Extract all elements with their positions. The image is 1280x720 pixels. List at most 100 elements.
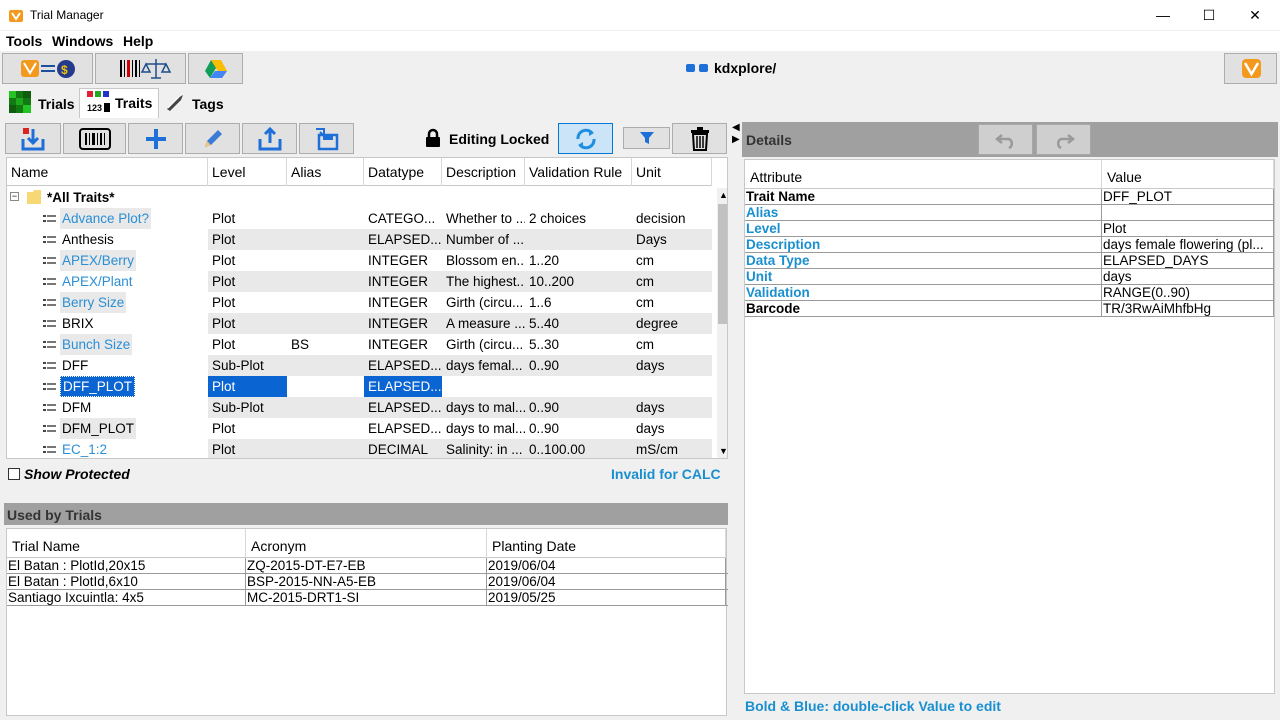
cell-alias: BS: [291, 337, 310, 352]
redo-button[interactable]: [1036, 124, 1091, 155]
export-traits-button[interactable]: [242, 123, 297, 154]
menu-help[interactable]: Help: [123, 33, 153, 49]
cell-acronym: ZQ-2015-DT-E7-EB: [246, 558, 487, 574]
column-validation-rule[interactable]: Validation Rule: [525, 158, 632, 186]
table-row[interactable]: Bunch Size Plot BS INTEGER Girth (circu... 5.…: [7, 334, 712, 355]
column-trial-name[interactable]: Trial Name: [7, 529, 246, 558]
import-icon: [21, 127, 45, 150]
close-button[interactable]: ✕: [1232, 0, 1278, 31]
table-row[interactable]: Anthesis Plot ELAPSED... Number of ... Days: [7, 229, 712, 250]
kdxplore-home-button[interactable]: [1224, 53, 1277, 84]
table-row[interactable]: Santiago Ixcuintla: 4x5 MC-2015-DRT1-SI 20…: [7, 590, 728, 606]
column-acronym[interactable]: Acronym: [246, 529, 487, 558]
tab-trials[interactable]: Trials: [6, 88, 78, 118]
cell-planting-date: 2019/05/25: [487, 590, 726, 606]
table-row[interactable]: El Batan : PlotId,6x10 BSP-2015-NN-A5-EB 2…: [7, 574, 728, 590]
save-export-button[interactable]: [299, 123, 354, 154]
table-row[interactable]: DFF Sub-Plot ELAPSED... days femal... 0..90 d…: [7, 355, 712, 376]
detail-row[interactable]: Barcode TR/3RwAiMhfbHg: [745, 301, 1274, 317]
cell-datatype: INTEGER: [368, 337, 429, 352]
kdxplore-switch-button[interactable]: $: [2, 53, 93, 84]
detail-row[interactable]: Data Type ELAPSED_DAYS: [745, 253, 1274, 269]
table-row[interactable]: APEX/Plant Plot INTEGER The highest... 10..2…: [7, 271, 712, 292]
cell-name: APEX/Berry: [7, 250, 208, 271]
splitter-right-arrow-icon[interactable]: ▶: [732, 134, 740, 145]
cell-validation-rule: 0..90: [525, 397, 632, 418]
table-row[interactable]: APEX/Berry Plot INTEGER Blossom en... 1..20 c…: [7, 250, 712, 271]
filter-funnel-icon: [639, 132, 654, 144]
table-row[interactable]: EC_1:2 Plot DECIMAL Salinity: in ... 0..100.…: [7, 439, 712, 458]
trait-name-label: Advance Plot?: [60, 208, 152, 229]
add-trait-button[interactable]: [128, 123, 183, 154]
table-row[interactable]: DFF_PLOT Plot ELAPSED...: [7, 376, 712, 397]
table-row[interactable]: El Batan : PlotId,20x15 ZQ-2015-DT-E7-EB 2…: [7, 558, 728, 574]
column-level[interactable]: Level: [208, 158, 287, 186]
column-unit[interactable]: Unit: [632, 158, 712, 186]
barcode-scale-button[interactable]: [95, 53, 186, 84]
tab-traits[interactable]: 123 Traits: [79, 88, 159, 118]
trait-name-label: DFM: [62, 400, 92, 415]
undo-button[interactable]: [978, 124, 1033, 155]
traits-table: Name Level Alias Datatype Description Va…: [6, 157, 728, 459]
kdxplore-app-icon: [9, 10, 23, 22]
table-row[interactable]: BRIX Plot INTEGER A measure ... 5..40 degree: [7, 313, 712, 334]
column-alias[interactable]: Alias: [287, 158, 364, 186]
traits-vertical-scrollbar[interactable]: ▲ ▼: [717, 188, 727, 458]
column-attribute[interactable]: Attribute: [745, 160, 1102, 189]
detail-value[interactable]: days: [1102, 269, 1274, 285]
detail-row[interactable]: Validation RANGE(0..90): [745, 285, 1274, 301]
barcode-button[interactable]: [63, 123, 126, 154]
column-name[interactable]: Name: [7, 158, 208, 186]
checkbox-box[interactable]: [8, 468, 20, 480]
cell-alias: [287, 271, 364, 292]
pencil-icon: [204, 129, 222, 147]
detail-value: DFF_PLOT: [1102, 189, 1274, 205]
editing-locked-label[interactable]: Editing Locked: [449, 131, 549, 147]
show-protected-checkbox[interactable]: Show Protected: [8, 466, 130, 482]
menu-windows[interactable]: Windows: [52, 33, 113, 49]
folder-icon: [27, 190, 41, 204]
trait-name-label: APEX/Plant: [62, 274, 133, 289]
detail-value[interactable]: ELAPSED_DAYS: [1102, 253, 1274, 269]
splitter-left-arrow-icon[interactable]: ◀: [732, 122, 740, 133]
cell-unit: days: [632, 397, 712, 418]
tree-group-all-traits[interactable]: − *All Traits*: [7, 187, 712, 208]
detail-value[interactable]: Plot: [1102, 221, 1274, 237]
detail-row[interactable]: Alias: [745, 205, 1274, 221]
delete-trait-button[interactable]: [672, 123, 727, 154]
detail-row[interactable]: Trait Name DFF_PLOT: [745, 189, 1274, 205]
table-row[interactable]: Berry Size Plot INTEGER Girth (circu... 1..6…: [7, 292, 712, 313]
trait-leaf-icon: [43, 425, 56, 432]
tab-tags[interactable]: Tags: [160, 88, 230, 118]
column-datatype[interactable]: Datatype: [364, 158, 442, 186]
detail-value[interactable]: days female flowering (pl...: [1102, 237, 1274, 253]
edit-trait-button[interactable]: [185, 123, 240, 154]
cell-trial-name: El Batan : PlotId,20x15: [7, 558, 246, 574]
tree-collapse-icon[interactable]: −: [10, 192, 19, 201]
panel-splitter[interactable]: ◀ ▶: [729, 120, 742, 720]
scroll-up-arrow-icon[interactable]: ▲: [719, 190, 727, 200]
scrollbar-thumb[interactable]: [718, 204, 727, 324]
table-row[interactable]: DFM_PLOT Plot ELAPSED... days to mal... 0..9…: [7, 418, 712, 439]
table-row[interactable]: Advance Plot? Plot CATEGO... Whether to ...…: [7, 208, 712, 229]
detail-row[interactable]: Description days female flowering (pl...: [745, 237, 1274, 253]
cell-unit: [632, 376, 712, 397]
detail-value[interactable]: RANGE(0..90): [1102, 285, 1274, 301]
column-planting-date[interactable]: Planting Date: [487, 529, 726, 558]
detail-row[interactable]: Unit days: [745, 269, 1274, 285]
google-drive-button[interactable]: [188, 53, 243, 84]
cell-validation-rule: 10..200: [525, 271, 632, 292]
column-description[interactable]: Description: [442, 158, 525, 186]
scroll-down-arrow-icon[interactable]: ▼: [719, 446, 727, 456]
detail-row[interactable]: Level Plot: [745, 221, 1274, 237]
menu-tools[interactable]: Tools: [6, 33, 42, 49]
cell-datatype: ELAPSED...: [364, 397, 442, 418]
minimize-button[interactable]: —: [1140, 0, 1186, 31]
import-traits-button[interactable]: [5, 123, 61, 154]
refresh-button[interactable]: [558, 123, 613, 154]
maximize-button[interactable]: ☐: [1186, 0, 1232, 31]
table-row[interactable]: DFM Sub-Plot ELAPSED... days to mal... 0..90…: [7, 397, 712, 418]
filter-button[interactable]: [623, 127, 670, 149]
detail-value[interactable]: [1102, 205, 1274, 221]
column-value[interactable]: Value: [1102, 160, 1274, 189]
